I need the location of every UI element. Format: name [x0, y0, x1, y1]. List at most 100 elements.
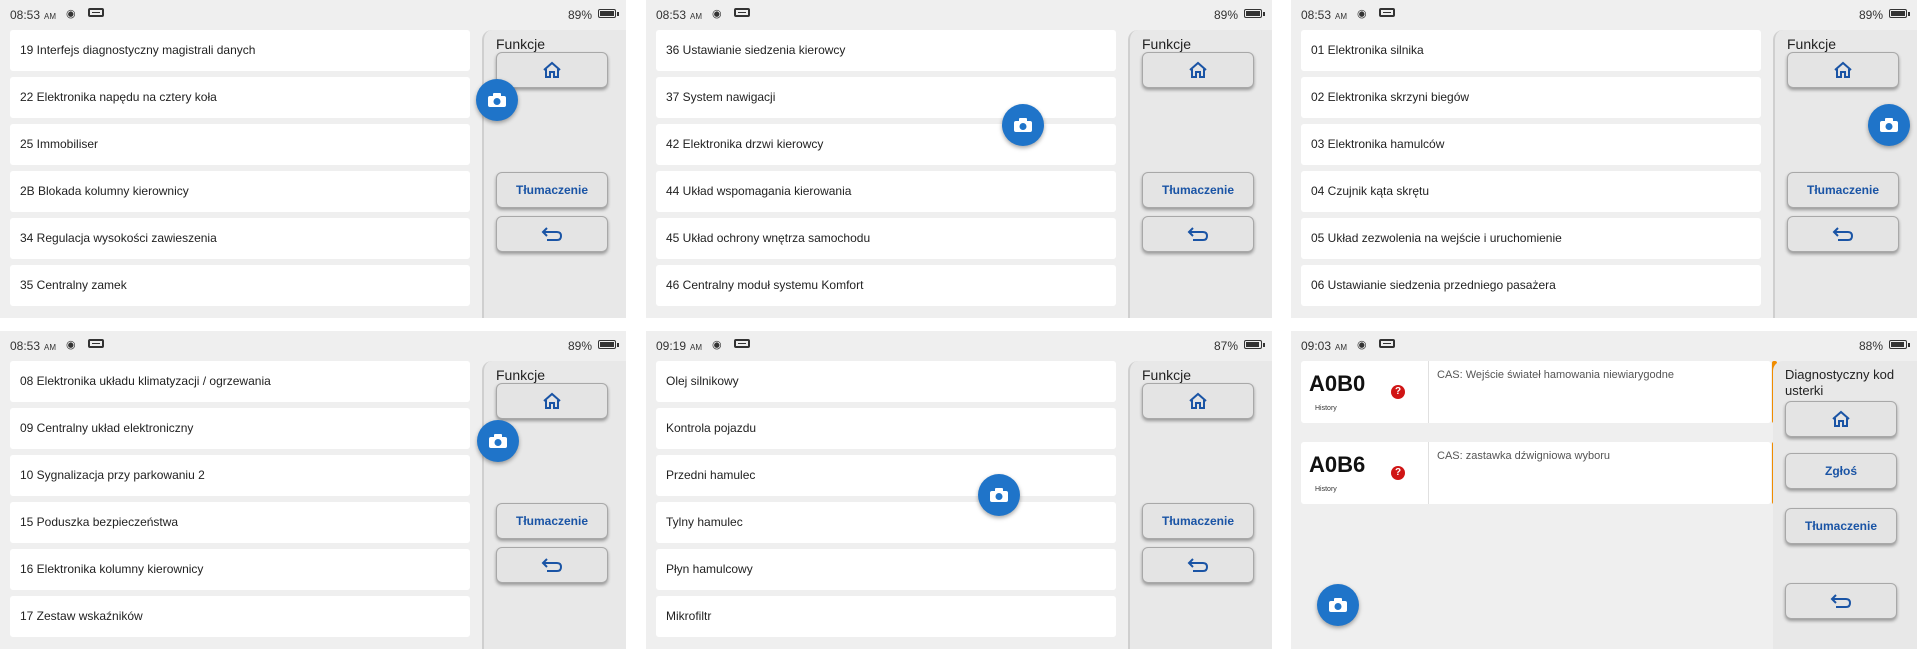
list-item[interactable]: 15 Poduszka bezpieczeństwa [10, 502, 470, 543]
sd-card-icon [88, 339, 104, 348]
back-button[interactable] [496, 216, 608, 252]
dtc-code: A0B0 [1309, 371, 1366, 396]
status-bar: 08:53 AM ◉ 89% [0, 0, 626, 28]
back-button[interactable] [1142, 547, 1254, 583]
clock: 08:53 AM [1301, 8, 1348, 22]
sd-card-icon [1379, 339, 1395, 348]
wifi-icon: ◉ [66, 8, 76, 20]
camera-button[interactable] [978, 474, 1020, 516]
translate-button[interactable]: Tłumaczenie [1785, 508, 1897, 544]
panel-title: Funkcje [1787, 36, 1837, 52]
back-button[interactable] [1787, 216, 1899, 252]
list-item[interactable]: 08 Elektronika układu klimatyzacji / ogr… [10, 361, 470, 402]
list-item[interactable]: 44 Układ wspomagania kierowania [656, 171, 1116, 212]
camera-button[interactable] [477, 420, 519, 462]
list-item[interactable]: 46 Centralny moduł systemu Komfort [656, 265, 1116, 306]
status-bar: 08:53 AM ◉ 89% [0, 331, 626, 359]
list-item[interactable]: 22 Elektronika napędu na cztery koła [10, 77, 470, 118]
sd-card-icon [88, 8, 104, 17]
report-button[interactable]: Zgłoś [1785, 453, 1897, 489]
dtc-row[interactable]: A0B6 History ? CAS: zastawka dźwigniowa … [1301, 442, 1777, 504]
battery-icon [1889, 9, 1910, 18]
function-panel: Funkcje Tłumaczenie [482, 361, 626, 649]
translate-button[interactable]: Tłumaczenie [1142, 172, 1254, 208]
clock: 09:03 AM [1301, 339, 1348, 353]
list-item[interactable]: 35 Centralny zamek [10, 265, 470, 306]
back-arrow-icon [541, 558, 563, 572]
dtc-description: CAS: zastawka dźwigniowa wyboru [1437, 450, 1611, 462]
home-icon [1834, 61, 1852, 78]
panel-title: Diagnostyczny kod usterki [1785, 367, 1895, 398]
list-item[interactable]: 17 Zestaw wskaźników [10, 596, 470, 637]
list-item[interactable]: 01 Elektronika silnika [1301, 30, 1761, 71]
camera-button[interactable] [1002, 104, 1044, 146]
back-arrow-icon [1832, 227, 1854, 241]
home-button[interactable] [1787, 52, 1899, 88]
back-button[interactable] [496, 547, 608, 583]
list-item[interactable]: 36 Ustawianie siedzenia kierowcy [656, 30, 1116, 71]
list-item[interactable]: 10 Sygnalizacja przy parkowaniu 2 [10, 455, 470, 496]
list-item[interactable]: 37 System nawigacji [656, 77, 1116, 118]
divider [1428, 361, 1429, 423]
home-icon [1189, 392, 1207, 409]
question-icon[interactable]: ? [1391, 466, 1405, 480]
list-item[interactable]: Mikrofiltr [656, 596, 1116, 637]
battery-percent: 88% [1858, 339, 1883, 353]
camera-icon [1329, 598, 1347, 612]
screen-4: 08:53 AM ◉ 89% 08 Elektronika układu klim… [0, 331, 626, 649]
question-icon[interactable]: ? [1391, 385, 1405, 399]
back-button[interactable] [1142, 216, 1254, 252]
list-item[interactable]: Tylny hamulec [656, 502, 1116, 543]
home-icon [1832, 410, 1850, 427]
list-item[interactable]: 04 Czujnik kąta skrętu [1301, 171, 1761, 212]
home-icon [543, 392, 561, 409]
list-item[interactable]: 42 Elektronika drzwi kierowcy [656, 124, 1116, 165]
sd-card-icon [1379, 8, 1395, 17]
camera-icon [1880, 118, 1898, 132]
list-item[interactable]: 16 Elektronika kolumny kierownicy [10, 549, 470, 590]
list-item[interactable]: Olej silnikowy [656, 361, 1116, 402]
list-item[interactable]: Przedni hamulec [656, 455, 1116, 496]
battery-icon [1889, 340, 1910, 349]
home-button[interactable] [496, 383, 608, 419]
list-item[interactable]: 2B Blokada kolumny kierownicy [10, 171, 470, 212]
panel-title: Funkcje [1142, 367, 1192, 383]
list-item[interactable]: Kontrola pojazdu [656, 408, 1116, 449]
camera-button[interactable] [1317, 584, 1359, 626]
list-item[interactable]: 09 Centralny układ elektroniczny [10, 408, 470, 449]
list-item[interactable]: 45 Układ ochrony wnętrza samochodu [656, 218, 1116, 259]
screen-3: 08:53 AM ◉ 89% 01 Elektronika silnika 02 … [1291, 0, 1917, 318]
camera-button[interactable] [1868, 104, 1910, 146]
list-item[interactable]: 03 Elektronika hamulców [1301, 124, 1761, 165]
function-panel: Funkcje Tłumaczenie [1128, 30, 1272, 318]
home-button[interactable] [1142, 52, 1254, 88]
home-button[interactable] [1785, 401, 1897, 437]
sd-card-icon [734, 8, 750, 17]
list-item[interactable]: 19 Interfejs diagnostyczny magistrali da… [10, 30, 470, 71]
translate-button[interactable]: Tłumaczenie [496, 172, 608, 208]
list-item[interactable]: 02 Elektronika skrzyni biegów [1301, 77, 1761, 118]
home-button[interactable] [496, 52, 608, 88]
camera-icon [488, 93, 506, 107]
translate-button[interactable]: Tłumaczenie [1787, 172, 1899, 208]
dtc-row[interactable]: A0B0 History ? CAS: Wejście świateł hamo… [1301, 361, 1777, 423]
wifi-icon: ◉ [712, 339, 722, 351]
list-item[interactable]: 06 Ustawianie siedzenia przedniego pasaż… [1301, 265, 1761, 306]
list-item[interactable]: 25 Immobiliser [10, 124, 470, 165]
battery-icon [1244, 340, 1265, 349]
home-button[interactable] [1142, 383, 1254, 419]
screen-5: 09:19 AM ◉ 87% Olej silnikowy Kontrola po… [646, 331, 1272, 649]
function-panel: Diagnostyczny kod usterki Zgłoś Tłumacze… [1773, 361, 1917, 649]
back-button[interactable] [1785, 583, 1897, 619]
camera-button[interactable] [476, 79, 518, 121]
panel-title: Funkcje [496, 367, 546, 383]
translate-button[interactable]: Tłumaczenie [1142, 503, 1254, 539]
dtc-code: A0B6 [1309, 452, 1366, 477]
list-item[interactable]: 34 Regulacja wysokości zawieszenia [10, 218, 470, 259]
camera-icon [489, 434, 507, 448]
battery-icon [1244, 9, 1265, 18]
translate-button[interactable]: Tłumaczenie [496, 503, 608, 539]
list-item[interactable]: 05 Układ zezwolenia na wejście i uruchom… [1301, 218, 1761, 259]
list-item[interactable]: Płyn hamulcowy [656, 549, 1116, 590]
status-bar: 09:19 AM ◉ 87% [646, 331, 1272, 359]
